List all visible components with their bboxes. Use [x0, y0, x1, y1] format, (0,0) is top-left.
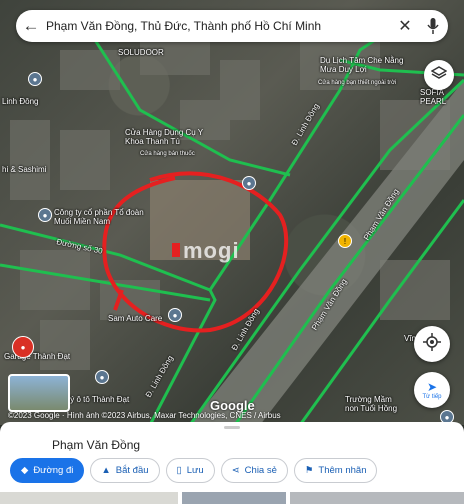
search-bar[interactable]: ← Phạm Văn Đồng, Thủ Đức, Thành phố Hồ C…: [16, 10, 448, 42]
maps-screen: SOLUDOOR Dụ Lịch Tâm Che Nằng Mưa Duy Lợ…: [0, 0, 464, 504]
start-button[interactable]: ▲ Bắt đầu: [90, 458, 160, 483]
directions-fab-label: Từ tiếp: [422, 394, 442, 400]
start-label: Bắt đầu: [115, 465, 149, 476]
map-attribution: ©2023 Google · Hình ảnh ©2023 Airbus, Ma…: [8, 411, 281, 420]
layers-button[interactable]: [424, 60, 454, 90]
photo-strip[interactable]: [0, 492, 464, 504]
place-label[interactable]: SOLUDOOR: [118, 48, 164, 57]
photo-thumbnail[interactable]: [0, 492, 179, 504]
place-label[interactable]: Dụ Lịch Tâm Che Nằng Mưa Duy Lợi: [320, 56, 410, 74]
place-sublabel: Cửa hàng bán thuốc: [140, 151, 195, 157]
clear-icon[interactable]: ✕: [392, 16, 418, 36]
directions-label: Đường đi: [33, 465, 74, 476]
place-pin-icon[interactable]: ●: [95, 370, 109, 384]
place-pin-icon[interactable]: ●: [168, 308, 182, 322]
photo-thumbnail[interactable]: [289, 492, 464, 504]
photo-thumbnail[interactable]: [182, 492, 286, 504]
share-icon: ⋖: [231, 465, 240, 476]
search-input[interactable]: Phạm Văn Đồng, Thủ Đức, Thành phố Hồ Chí…: [46, 19, 392, 33]
place-pin-icon[interactable]: ●: [38, 208, 52, 222]
share-label: Chia sẻ: [244, 465, 277, 476]
save-button[interactable]: ▯ Lưu: [165, 458, 215, 483]
add-label-button[interactable]: ⚑ Thêm nhãn: [293, 458, 378, 483]
satellite-map[interactable]: SOLUDOOR Dụ Lịch Tâm Che Nằng Mưa Duy Lợ…: [0, 0, 464, 425]
navigation-icon: ▲: [101, 465, 111, 476]
place-title: Phạm Văn Đồng: [52, 438, 141, 452]
navigation-icon: ➤: [426, 380, 438, 394]
place-label[interactable]: Trường Mầm non Tuổi Hồng: [345, 395, 405, 413]
place-pin-icon[interactable]: ●: [28, 72, 42, 86]
mic-icon[interactable]: [418, 18, 448, 34]
flag-icon: ⚑: [304, 465, 314, 476]
my-location-button[interactable]: [414, 326, 450, 362]
watermark: mogi: [183, 238, 240, 263]
place-label[interactable]: Sam Auto Care: [108, 314, 162, 323]
directions-button[interactable]: ◆ Đường đi: [10, 458, 85, 483]
place-label[interactable]: Linh Đông: [2, 97, 38, 106]
place-pin-icon[interactable]: ●: [242, 176, 256, 190]
warning-icon[interactable]: !: [338, 234, 352, 248]
layers-icon: [430, 65, 448, 86]
place-sublabel: Cửa hàng bạn thiết ngoài trời: [318, 80, 397, 86]
place-label[interactable]: hi & Sashimi: [2, 165, 46, 174]
save-label: Lưu: [186, 465, 204, 476]
drag-handle[interactable]: [224, 426, 240, 429]
dropped-pin-icon[interactable]: ●: [12, 336, 34, 358]
place-label[interactable]: SOFIA PEARL: [420, 88, 464, 106]
place-label[interactable]: ải lý ô tô Thành Đạt: [60, 395, 129, 404]
place-label[interactable]: Cửa Hàng Dụng Cụ Y Khoa Thanh Tú: [125, 128, 215, 146]
directions-fab[interactable]: ➤ Từ tiếp: [414, 372, 450, 408]
crosshair-icon: [423, 332, 441, 356]
add-label-label: Thêm nhãn: [318, 465, 367, 476]
share-button[interactable]: ⋖ Chia sẻ: [220, 458, 288, 483]
directions-icon: ◆: [21, 465, 29, 476]
action-chips: ◆ Đường đi ▲ Bắt đầu ▯ Lưu ⋖ Chia sẻ ⚑ T…: [10, 458, 378, 483]
back-arrow-icon[interactable]: ←: [16, 10, 46, 42]
street-view-thumbnail[interactable]: [8, 374, 70, 412]
bookmark-icon: ▯: [176, 465, 182, 476]
place-label[interactable]: Công ty cổ phần Tổ đoàn Muối Miền Nam: [54, 208, 144, 226]
